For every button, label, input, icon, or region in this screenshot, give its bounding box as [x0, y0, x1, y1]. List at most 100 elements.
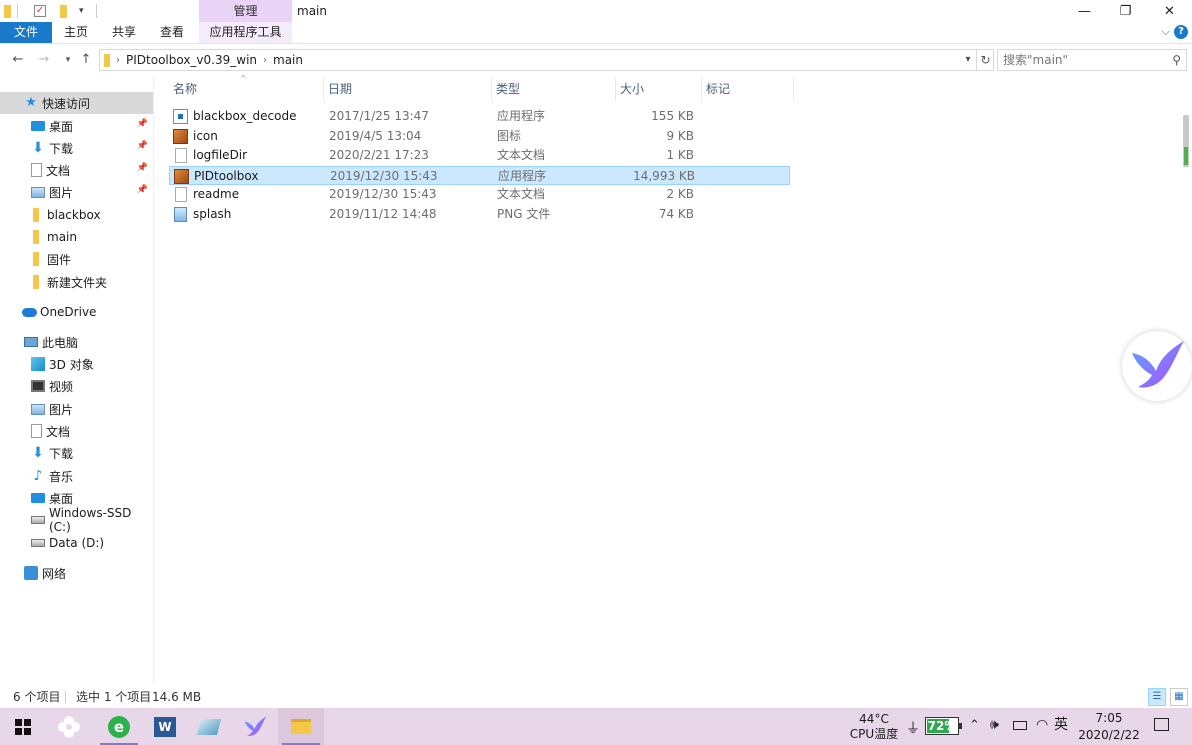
drive-icon [31, 539, 45, 547]
nav-item-pc-documents[interactable]: 文档 [0, 420, 153, 442]
cpu-temp-label: CPU温度 [849, 727, 899, 741]
taskbar: e W 44°C CPU温度 ⏚ 72% ⌃ 🕪 ◠ 英 7:05 2020/2… [0, 708, 1192, 745]
nav-label: OneDrive [40, 305, 97, 319]
nav-label: 网络 [42, 566, 67, 581]
file-type: 图标 [497, 128, 522, 143]
nav-quick-access[interactable]: ★ 快速访问 [0, 92, 153, 114]
close-button[interactable]: ✕ [1147, 0, 1192, 22]
taskbar-app-word[interactable]: W [142, 708, 188, 745]
column-header-size[interactable]: 大小 [616, 77, 702, 101]
nav-item-pc-downloads[interactable]: ⬇ 下载 [0, 442, 153, 464]
nav-item-firmware[interactable]: 固件 [0, 248, 153, 270]
column-header-tags[interactable]: 标记 [702, 77, 794, 101]
customize-dropdown-icon[interactable]: ▾ [79, 6, 84, 16]
nav-item-new-folder[interactable]: 新建文件夹 [0, 271, 153, 293]
breadcrumb-pidtoolbox[interactable]: PIDtoolbox_v0.39_win [126, 53, 257, 67]
nav-item-music[interactable]: ♪ 音乐 [0, 465, 153, 487]
address-bar[interactable]: › PIDtoolbox_v0.39_win › main [99, 49, 994, 71]
taskbar-app-flower[interactable] [46, 708, 92, 745]
contextual-tab-manage[interactable]: 管理 [199, 0, 292, 22]
window-title: main [297, 4, 327, 18]
clock-time[interactable]: 7:05 [1080, 711, 1138, 726]
properties-check-icon[interactable]: ✓ [34, 5, 46, 17]
volume-icon[interactable]: 🕪 [990, 717, 999, 733]
battery-indicator[interactable]: 72% [925, 717, 962, 735]
floating-assistant-button[interactable] [1122, 331, 1192, 401]
tab-view[interactable]: 查看 [148, 22, 196, 43]
nav-item-documents[interactable]: 文档 📌 [0, 159, 153, 181]
column-header-name[interactable]: 名称 [169, 77, 324, 101]
nav-item-drive-d[interactable]: Data (D:) [0, 532, 153, 554]
nav-item-downloads[interactable]: ⬇ 下载 📌 [0, 137, 153, 159]
pin-icon[interactable]: 📌 [137, 141, 148, 151]
notebook-icon [196, 718, 222, 735]
pin-icon[interactable]: 📌 [137, 119, 148, 129]
search-input[interactable]: 搜索"main" ⚲ [997, 49, 1187, 71]
column-header-date[interactable]: 日期 [324, 77, 492, 101]
ime-indicator[interactable]: 英 [1054, 718, 1068, 733]
tab-file[interactable]: 文件 [0, 22, 52, 43]
bird-icon [1132, 341, 1184, 388]
wifi-icon[interactable]: ◠ [1036, 717, 1048, 733]
file-row-pidtoolbox[interactable]: PIDtoolbox 2019/12/30 15:43 应用程序 14,993 … [169, 165, 790, 185]
nav-item-pc-pictures[interactable]: 图片 [0, 398, 153, 420]
nav-item-blackbox[interactable]: blackbox [0, 204, 153, 226]
ribbon-expand-icon[interactable]: ⌵ [1162, 25, 1170, 39]
nav-this-pc[interactable]: 此电脑 [0, 331, 153, 353]
column-header-type[interactable]: 类型 [492, 77, 616, 101]
nav-network[interactable]: 网络 [0, 562, 153, 584]
nav-onedrive[interactable]: OneDrive [0, 301, 153, 323]
up-icon[interactable]: ↑ [77, 51, 95, 69]
tab-share[interactable]: 共享 [100, 22, 148, 43]
nav-label: blackbox [47, 208, 101, 222]
details-view-icon[interactable]: ☰ [1148, 688, 1166, 706]
file-row-splash[interactable]: splash 2019/11/12 14:48 PNG 文件 74 KB [169, 205, 790, 225]
clock-date[interactable]: 2020/2/22 [1076, 728, 1142, 743]
recent-locations-icon[interactable]: ▾ [59, 51, 77, 69]
nav-item-3d-objects[interactable]: 3D 对象 [0, 353, 153, 375]
help-icon[interactable]: ? [1174, 25, 1188, 39]
nav-item-desktop[interactable]: 桌面 📌 [0, 115, 153, 137]
scrollbar-grip[interactable] [1184, 147, 1188, 165]
nav-item-videos[interactable]: 视频 [0, 375, 153, 397]
taskbar-app-notebook[interactable] [186, 708, 232, 745]
file-row-blackbox-decode[interactable]: blackbox_decode 2017/1/25 13:47 应用程序 155… [169, 107, 790, 127]
status-bar: 6 个项目 选中 1 个项目 14.6 MB ☰ ▦ [0, 686, 1192, 708]
new-folder-icon[interactable] [60, 4, 67, 18]
file-row-icon[interactable]: icon 2019/4/5 13:04 图标 9 KB [169, 127, 790, 147]
nav-item-pictures[interactable]: 图片 📌 [0, 181, 153, 203]
address-dropdown-icon[interactable]: ▾ [960, 49, 976, 71]
nav-item-drive-c[interactable]: Windows-SSD (C:) [0, 506, 153, 534]
cpu-temp-value: 44°C [859, 712, 889, 726]
pin-icon[interactable]: 📌 [137, 163, 148, 173]
document-icon [31, 163, 42, 177]
nav-item-main[interactable]: main [0, 226, 153, 248]
cube-icon [31, 357, 45, 371]
minimize-button[interactable]: — [1062, 0, 1107, 22]
taskbar-app-browser[interactable]: e [96, 708, 142, 745]
power-plug-icon[interactable]: ⏚ [906, 718, 920, 738]
back-icon[interactable]: ← [9, 51, 27, 69]
file-row-logfiledir[interactable]: logfileDir 2020/2/21 17:23 文本文档 1 KB [169, 146, 790, 166]
file-list: ^ 名称 日期 类型 大小 标记 blackbox_decode 2017/1/… [155, 74, 1182, 683]
file-row-readme[interactable]: readme 2019/12/30 15:43 文本文档 2 KB [169, 185, 790, 205]
start-button[interactable] [0, 708, 46, 745]
file-date: 2019/4/5 13:04 [329, 128, 422, 143]
tab-application-tools[interactable]: 应用程序工具 [199, 22, 292, 43]
search-icon[interactable]: ⚲ [1172, 50, 1181, 70]
taskbar-app-bird[interactable] [232, 708, 278, 745]
forward-icon[interactable]: → [35, 51, 53, 69]
breadcrumb-main[interactable]: main [273, 53, 303, 67]
show-hidden-icons-icon[interactable]: ⌃ [969, 718, 980, 733]
breadcrumb-chevron-icon[interactable]: › [263, 55, 267, 66]
breadcrumb-chevron-icon[interactable]: › [116, 55, 120, 66]
status-divider [65, 691, 66, 703]
notification-center-icon[interactable] [1154, 718, 1169, 731]
tab-home[interactable]: 主页 [52, 22, 100, 43]
refresh-icon[interactable]: ↻ [976, 49, 994, 71]
maximize-button[interactable]: ❐ [1103, 0, 1148, 22]
large-icons-view-icon[interactable]: ▦ [1170, 688, 1188, 706]
taskbar-app-explorer[interactable] [278, 708, 324, 745]
pin-icon[interactable]: 📌 [137, 185, 148, 195]
battery-tray-icon[interactable] [1013, 721, 1027, 730]
